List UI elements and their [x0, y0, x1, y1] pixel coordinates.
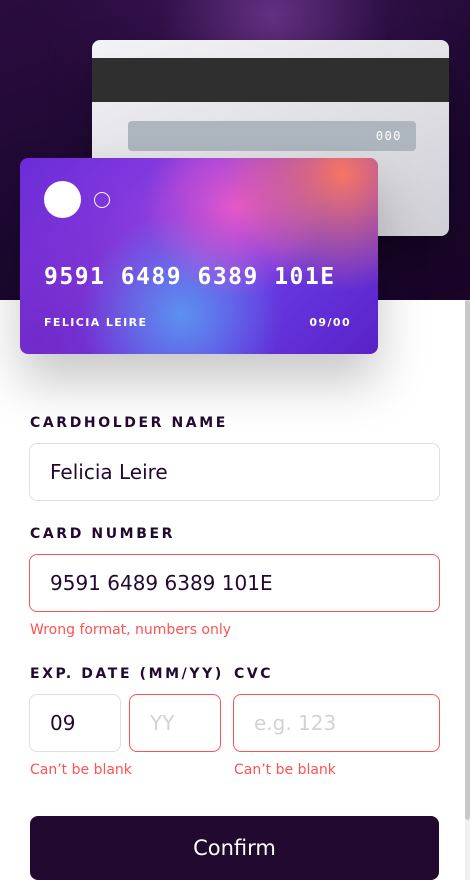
expiry-date-label: EXP. DATE (MM/YY) — [30, 666, 224, 682]
card-number-error: Wrong format, numbers only — [30, 622, 232, 638]
magnetic-stripe — [92, 58, 449, 102]
page-scrollbar[interactable] — [465, 300, 470, 880]
cvc-error: Can’t be blank — [234, 762, 336, 778]
scrollbar-thumb[interactable] — [465, 300, 470, 820]
card-front-preview: 9591 6489 6389 101E FELICIA LEIRE 09/00 — [20, 158, 378, 354]
expiry-error: Can’t be blank — [30, 762, 132, 778]
expiry-year-input[interactable] — [129, 694, 221, 752]
confirm-button[interactable]: Confirm — [30, 816, 439, 880]
card-back-cvc-strip: 000 — [128, 121, 416, 151]
card-logo-circle-small — [94, 192, 110, 208]
card-name-display: FELICIA LEIRE — [44, 316, 148, 329]
cardholder-label: CARDHOLDER NAME — [30, 415, 228, 431]
card-back-cvc: 000 — [375, 129, 402, 143]
cardholder-name-input[interactable] — [29, 443, 440, 501]
cvc-label: CVC — [234, 666, 274, 682]
card-number-input[interactable] — [29, 554, 440, 612]
card-logo-circle-large — [44, 181, 81, 218]
cvc-input[interactable] — [233, 694, 440, 752]
expiry-month-input[interactable] — [29, 694, 121, 752]
card-number-display: 9591 6489 6389 101E — [44, 264, 336, 290]
card-number-label: CARD NUMBER — [30, 526, 176, 542]
card-expiry-display: 09/00 — [309, 316, 351, 329]
